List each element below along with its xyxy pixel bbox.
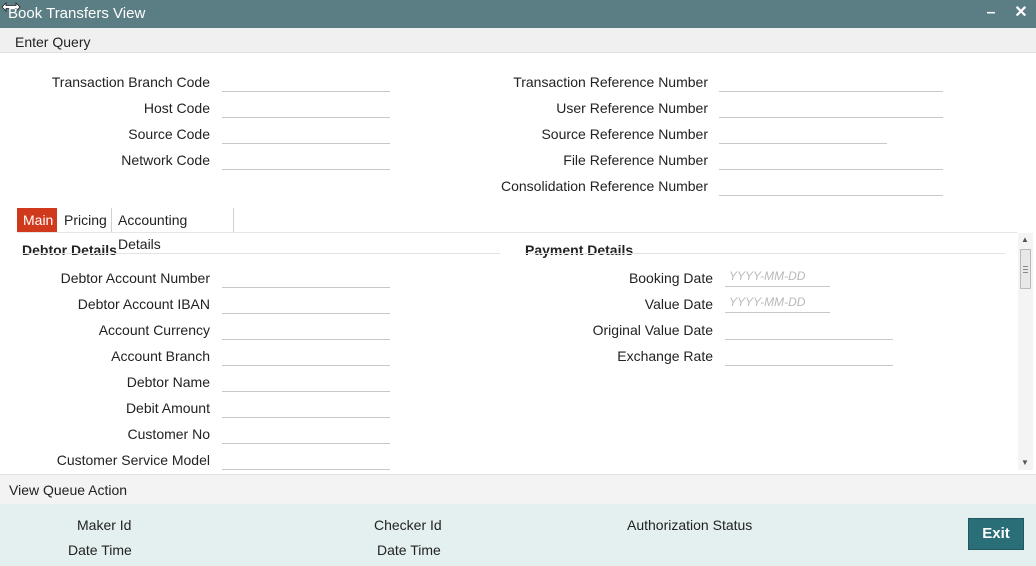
close-icon[interactable]: ✕ <box>1011 3 1031 23</box>
menu-bar: Enter Query <box>0 28 1036 53</box>
debtor-account-iban-label: Debtor Account IBAN <box>77 296 210 312</box>
tab-pricing[interactable]: Pricing <box>58 208 112 233</box>
tab-main[interactable]: Main <box>17 208 57 233</box>
maker-date-time-label: Date Time <box>68 542 132 558</box>
transaction-reference-number-label: Transaction Reference Number <box>513 74 708 90</box>
title-bar[interactable]: Book Transfers View – ✕ <box>0 0 1036 28</box>
scroll-down-arrow-icon[interactable]: ▼ <box>1021 458 1029 467</box>
source-reference-number-label: Source Reference Number <box>541 126 708 142</box>
exchange-rate-label: Exchange Rate <box>617 348 713 364</box>
debtor-details-divider <box>22 253 500 254</box>
original-value-date-field[interactable] <box>725 319 893 340</box>
host-code-label: Host Code <box>143 100 210 116</box>
account-branch-label: Account Branch <box>111 348 210 364</box>
authorization-status-label: Authorization Status <box>627 517 753 533</box>
transaction-branch-code-label: Transaction Branch Code <box>51 74 210 90</box>
consolidation-reference-number-label: Consolidation Reference Number <box>501 178 708 194</box>
audit-footer: Maker Id Date Time Checker Id Date Time … <box>0 504 1036 566</box>
debit-amount-field[interactable] <box>222 397 390 418</box>
transaction-reference-number-field[interactable] <box>719 71 943 92</box>
view-queue-action-link[interactable]: View Queue Action <box>9 482 127 498</box>
checker-date-time-label: Date Time <box>377 542 441 558</box>
customer-no-label: Customer No <box>127 426 210 442</box>
customer-service-model-field[interactable] <box>222 449 390 470</box>
exchange-rate-field[interactable] <box>725 345 893 366</box>
debtor-name-field[interactable] <box>222 371 390 392</box>
customer-service-model-label: Customer Service Model <box>56 452 210 468</box>
vertical-scrollbar[interactable]: ▲ ▼ <box>1018 233 1033 470</box>
debtor-account-number-field[interactable] <box>222 267 390 288</box>
scrollbar-thumb[interactable] <box>1020 249 1031 289</box>
user-reference-number-field[interactable] <box>719 97 943 118</box>
source-code-field[interactable] <box>222 123 390 144</box>
minimize-icon[interactable]: – <box>981 3 1001 23</box>
transaction-branch-code-field[interactable] <box>222 71 390 92</box>
tab-divider <box>17 232 1017 233</box>
debtor-account-iban-field[interactable] <box>222 293 390 314</box>
enter-query-menu-item[interactable]: Enter Query <box>15 34 90 50</box>
booking-date-field[interactable] <box>725 266 830 287</box>
network-code-field[interactable] <box>222 149 390 170</box>
debit-amount-label: Debit Amount <box>125 400 210 416</box>
consolidation-reference-number-field[interactable] <box>719 175 943 196</box>
tab-accounting-details[interactable]: Accounting Details <box>112 208 234 252</box>
source-reference-number-field[interactable] <box>719 123 887 144</box>
checker-id-label: Checker Id <box>374 517 442 533</box>
scroll-up-arrow-icon[interactable]: ▲ <box>1021 235 1029 244</box>
network-code-label: Network Code <box>121 152 210 168</box>
customer-no-field[interactable] <box>222 423 390 444</box>
debtor-details-title: Debtor Details <box>22 242 117 258</box>
maker-id-label: Maker Id <box>77 517 132 533</box>
queue-action-bar: View Queue Action <box>0 474 1036 504</box>
file-reference-number-field[interactable] <box>719 149 943 170</box>
window-title: Book Transfers View <box>8 5 146 22</box>
account-currency-label: Account Currency <box>98 322 210 338</box>
value-date-label: Value Date <box>644 296 713 312</box>
debtor-name-label: Debtor Name <box>126 374 210 390</box>
original-value-date-label: Original Value Date <box>592 322 713 338</box>
payment-details-divider <box>525 253 1005 254</box>
source-code-label: Source Code <box>128 126 210 142</box>
account-branch-field[interactable] <box>222 345 390 366</box>
user-reference-number-label: User Reference Number <box>556 100 708 116</box>
value-date-field[interactable] <box>725 292 830 313</box>
host-code-field[interactable] <box>222 97 390 118</box>
exit-button[interactable]: Exit <box>968 518 1024 550</box>
account-currency-field[interactable] <box>222 319 390 340</box>
file-reference-number-label: File Reference Number <box>563 152 708 168</box>
booking-date-label: Booking Date <box>628 270 713 286</box>
debtor-account-number-label: Debtor Account Number <box>60 270 210 286</box>
payment-details-title: Payment Details <box>525 242 634 258</box>
